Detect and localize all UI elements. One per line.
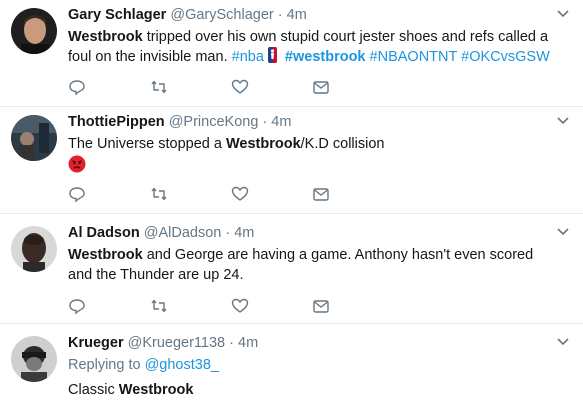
avatar[interactable]: [11, 226, 57, 272]
tweet[interactable]: Al Dadson @AlDadson · 4m Westbrook and G…: [0, 214, 583, 324]
tweet[interactable]: Gary Schlager @GarySchlager · 4m Westbro…: [0, 0, 583, 107]
tweet-text: Westbrook and George are having a game. …: [68, 245, 553, 285]
tweet-text-body: /K.D collision: [300, 136, 385, 152]
tweet-header: Al Dadson @AlDadson · 4m: [68, 224, 553, 243]
caret-down-icon[interactable]: [557, 338, 569, 346]
tweet-text: Classic Westbrook: [68, 380, 553, 400]
hashtag-nba[interactable]: #nba: [232, 49, 264, 65]
tweet-text: Westbrook tripped over his own stupid co…: [68, 27, 553, 67]
caret-down-icon[interactable]: [557, 117, 569, 125]
avatar-image: [11, 226, 57, 272]
avatar-image: [11, 336, 57, 382]
like-icon[interactable]: [231, 185, 249, 203]
avatar[interactable]: [11, 115, 57, 161]
user-handle[interactable]: @PrinceKong: [169, 114, 259, 130]
tweet-header: ThottiePippen @PrinceKong · 4m: [68, 113, 553, 132]
separator: ·: [229, 335, 235, 351]
user-handle[interactable]: @AlDadson: [144, 225, 222, 241]
keyword-highlight: Westbrook: [68, 29, 143, 45]
nba-logo-icon: [267, 47, 277, 63]
replying-to-handle[interactable]: @ghost38_: [145, 357, 219, 373]
direct-message-icon[interactable]: [312, 185, 330, 203]
tweet-text-prefix: The Universe stopped a: [68, 136, 226, 152]
like-icon[interactable]: [231, 297, 249, 315]
retweet-icon[interactable]: [150, 185, 168, 203]
display-name[interactable]: Al Dadson: [68, 225, 140, 241]
avatar-image: [11, 115, 57, 161]
retweet-icon[interactable]: [150, 297, 168, 315]
separator: ·: [225, 225, 231, 241]
display-name[interactable]: ThottiePippen: [68, 114, 165, 130]
display-name[interactable]: Krueger: [68, 335, 124, 351]
tweet[interactable]: ThottiePippen @PrinceKong · 4m The Unive…: [0, 107, 583, 214]
replying-to: Replying to @ghost38_: [68, 355, 553, 375]
direct-message-icon[interactable]: [312, 297, 330, 315]
hashtag-okcvsgsw[interactable]: #OKCvsGSW: [461, 49, 550, 65]
timestamp[interactable]: 4m: [238, 335, 258, 351]
avatar[interactable]: [11, 336, 57, 382]
separator: ·: [277, 7, 283, 23]
caret-down-icon[interactable]: [557, 10, 569, 18]
reply-icon[interactable]: [68, 185, 86, 203]
keyword-highlight: Westbrook: [118, 382, 194, 398]
retweet-icon[interactable]: [150, 78, 168, 96]
tweet-header: Gary Schlager @GarySchlager · 4m: [68, 6, 553, 25]
separator: ·: [262, 114, 268, 130]
avatar-image: [11, 8, 57, 54]
reply-icon[interactable]: [68, 78, 86, 96]
hashtag-westbrook[interactable]: #westbrook: [285, 49, 366, 65]
user-handle[interactable]: @GarySchlager: [170, 7, 273, 23]
timestamp[interactable]: 4m: [271, 114, 291, 130]
timestamp[interactable]: 4m: [287, 7, 307, 23]
avatar[interactable]: [11, 8, 57, 54]
tweet-header: Krueger @Krueger1138 · 4m: [68, 334, 553, 353]
user-handle[interactable]: @Krueger1138: [128, 335, 226, 351]
reply-icon[interactable]: [68, 297, 86, 315]
angry-face-emoji-icon: [68, 155, 553, 178]
tweet-text-prefix: Classic: [68, 382, 119, 398]
tweet-feed: Gary Schlager @GarySchlager · 4m Westbro…: [0, 0, 583, 411]
caret-down-icon[interactable]: [557, 228, 569, 236]
like-icon[interactable]: [231, 78, 249, 96]
hashtag-nbaontnt[interactable]: #NBAONTNT: [370, 49, 458, 65]
timestamp[interactable]: 4m: [234, 225, 254, 241]
display-name[interactable]: Gary Schlager: [68, 7, 166, 23]
tweet-text: The Universe stopped a Westbrook/K.D col…: [68, 134, 553, 154]
replying-to-label: Replying to: [68, 357, 145, 373]
keyword-highlight: Westbrook: [68, 247, 143, 263]
keyword-highlight: Westbrook: [225, 136, 301, 152]
tweet[interactable]: Krueger @Krueger1138 · 4m Replying to @g…: [0, 324, 583, 411]
direct-message-icon[interactable]: [312, 78, 330, 96]
